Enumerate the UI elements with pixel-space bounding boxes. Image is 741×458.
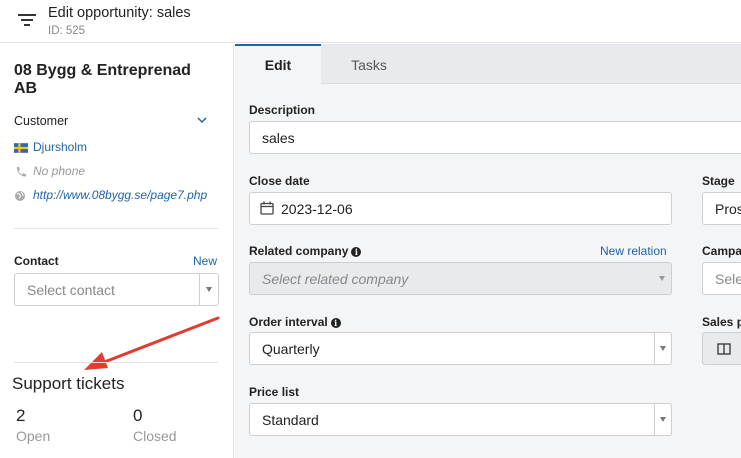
- page-header: Edit opportunity: sales ID: 525: [0, 0, 741, 43]
- campaign-label: Campa: [702, 244, 741, 258]
- description-value: sales: [262, 130, 295, 146]
- new-relation-link[interactable]: New relation: [600, 244, 667, 258]
- campaign-placeholder: Sele: [715, 271, 741, 287]
- contact-placeholder: Select contact: [27, 282, 115, 298]
- support-tickets-heading: Support tickets: [12, 374, 125, 393]
- open-tickets-count[interactable]: 2: [16, 406, 25, 426]
- city-link[interactable]: Djursholm: [33, 140, 87, 154]
- sales-p-button[interactable]: [702, 332, 741, 365]
- tab-tasks[interactable]: Tasks: [326, 44, 412, 84]
- calendar-icon: [260, 201, 274, 215]
- price-list-label: Price list: [249, 385, 300, 399]
- company-name: 08 Bygg & Entreprenad AB: [14, 62, 191, 97]
- order-interval-dropdown-toggle[interactable]: [654, 333, 671, 364]
- order-interval-label-text: Order interval: [249, 315, 328, 329]
- related-company-label: Related company i: [249, 244, 362, 258]
- caret-down-icon: [660, 346, 666, 351]
- info-icon: i: [351, 247, 362, 257]
- price-list-value: Standard: [262, 412, 319, 428]
- website-link[interactable]: http://www.08bygg.se/page7.php: [33, 188, 207, 202]
- columns-icon: [717, 343, 731, 355]
- sales-p-label: Sales p: [702, 315, 741, 329]
- sweden-flag-icon: [14, 143, 28, 153]
- closed-tickets-label: Closed: [133, 428, 177, 444]
- close-date-label: Close date: [249, 174, 310, 188]
- globe-icon: [15, 191, 25, 201]
- annotation-arrow: [84, 316, 220, 370]
- divider: [14, 362, 218, 363]
- contact-label: Contact: [14, 254, 59, 268]
- price-list-dropdown-toggle[interactable]: [654, 404, 671, 435]
- stage-label: Stage: [702, 174, 735, 188]
- sidebar: 08 Bygg & Entreprenad AB Customer Djursh…: [0, 44, 234, 458]
- filter-icon[interactable]: [17, 12, 37, 28]
- caret-down-icon: [660, 417, 666, 422]
- info-icon: i: [330, 318, 341, 328]
- divider: [14, 228, 218, 229]
- caret-down-icon: [206, 287, 212, 292]
- open-tickets-label: Open: [16, 428, 51, 444]
- tab-edit[interactable]: Edit: [235, 44, 321, 84]
- close-date-input[interactable]: 2023-12-06: [249, 192, 672, 225]
- customer-toggle[interactable]: Customer: [14, 112, 210, 130]
- order-interval-value: Quarterly: [262, 341, 320, 357]
- chevron-down-icon[interactable]: [196, 114, 208, 126]
- tab-bar: Edit Tasks: [235, 44, 741, 84]
- stage-value: Pros: [715, 201, 741, 217]
- related-company-label-text: Related company: [249, 244, 349, 258]
- record-id: ID: 525: [48, 25, 86, 37]
- related-company-select[interactable]: Select related company: [249, 262, 672, 295]
- contact-select[interactable]: Select contact: [14, 273, 219, 306]
- caret-down-icon: [659, 276, 665, 281]
- description-input[interactable]: sales: [249, 121, 741, 154]
- customer-label: Customer: [14, 114, 69, 128]
- phone-icon: [16, 167, 26, 177]
- order-interval-select[interactable]: Quarterly: [249, 332, 672, 365]
- stage-select[interactable]: Pros: [702, 192, 741, 225]
- close-date-value: 2023-12-06: [281, 201, 353, 217]
- campaign-select[interactable]: Sele: [702, 262, 741, 295]
- price-list-select[interactable]: Standard: [249, 403, 672, 436]
- order-interval-label: Order interval i: [249, 315, 341, 329]
- description-label: Description: [249, 103, 316, 117]
- contact-dropdown-toggle[interactable]: [199, 274, 218, 305]
- closed-tickets-count[interactable]: 0: [133, 406, 142, 426]
- related-company-dropdown-toggle[interactable]: [654, 263, 671, 294]
- related-company-placeholder: Select related company: [262, 271, 409, 287]
- page-title: Edit opportunity: sales: [48, 5, 191, 21]
- main-panel: Edit Tasks Description sales Close date …: [235, 44, 741, 458]
- phone-text: No phone: [33, 164, 86, 178]
- new-contact-link[interactable]: New: [193, 254, 217, 268]
